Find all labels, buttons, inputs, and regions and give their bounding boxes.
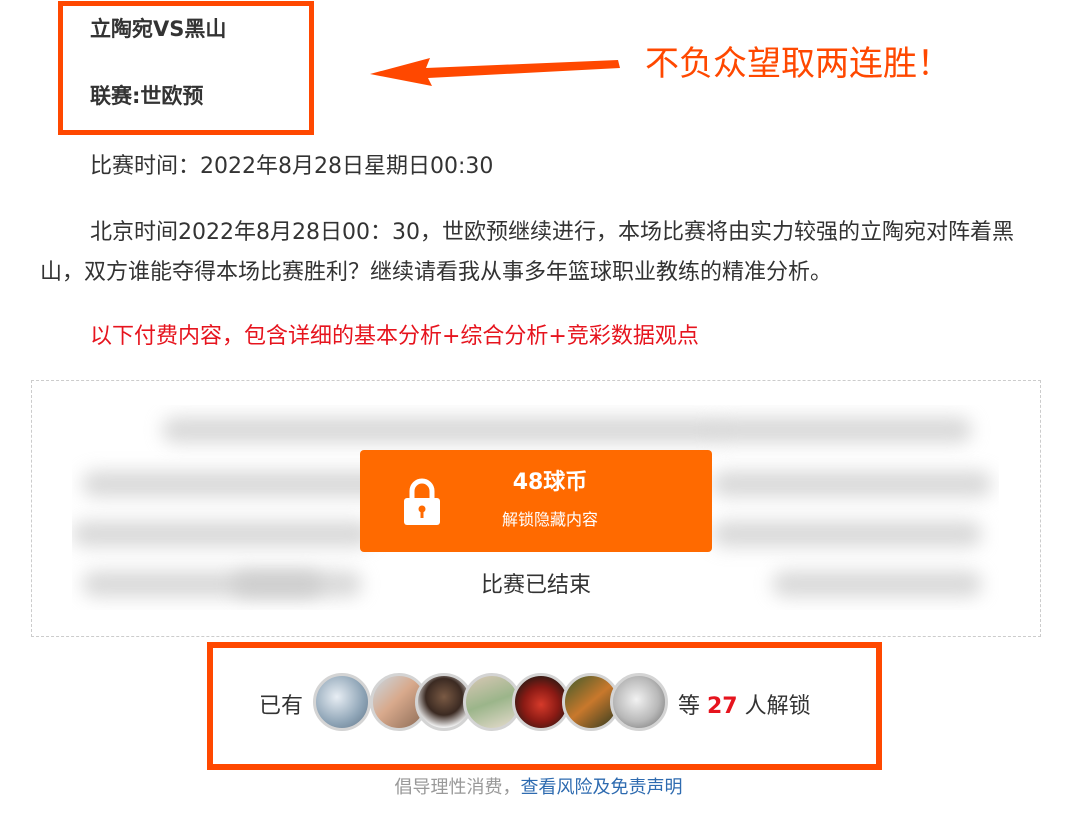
paid-content-note: 以下付费内容，包含详细的基本分析+综合分析+竞彩数据观点 [90, 324, 699, 349]
unlock-label: 解锁隐藏内容 [501, 510, 598, 529]
unlock-prefix: 已有 [259, 694, 304, 719]
callout-text: 不负众望取两连胜！ [645, 44, 951, 84]
match-time: 比赛时间：2022年8月28日星期日00:30 [90, 154, 494, 179]
avatar [313, 673, 371, 731]
match-status: 比赛已结束 [480, 573, 591, 598]
unlock-count-suffix: 人解锁 [737, 694, 811, 719]
unlock-count: 27 [707, 694, 738, 719]
league-label: 联赛:世欧预 [90, 84, 204, 108]
price-label: 48球币 [512, 470, 588, 495]
unlock-count-prefix: 等 [678, 694, 707, 719]
intro-paragraph: 北京时间2022年8月28日00：30，世欧预继续进行，本场比赛将由实力较强的立… [40, 220, 1014, 285]
match-title: 立陶宛VS黑山 [90, 17, 227, 41]
avatar [610, 673, 668, 731]
disclaimer-link[interactable]: 查看风险及免责声明 [521, 777, 683, 798]
footer-text: 倡导理性消费， [394, 777, 521, 798]
unlock-button[interactable]: 48球币 解锁隐藏内容 [360, 450, 712, 552]
footer: 倡导理性消费，查看风险及免责声明 [0, 773, 1077, 799]
unlock-count-text: 等 27 人解锁 [678, 688, 811, 720]
arrow-left-icon [370, 58, 620, 86]
